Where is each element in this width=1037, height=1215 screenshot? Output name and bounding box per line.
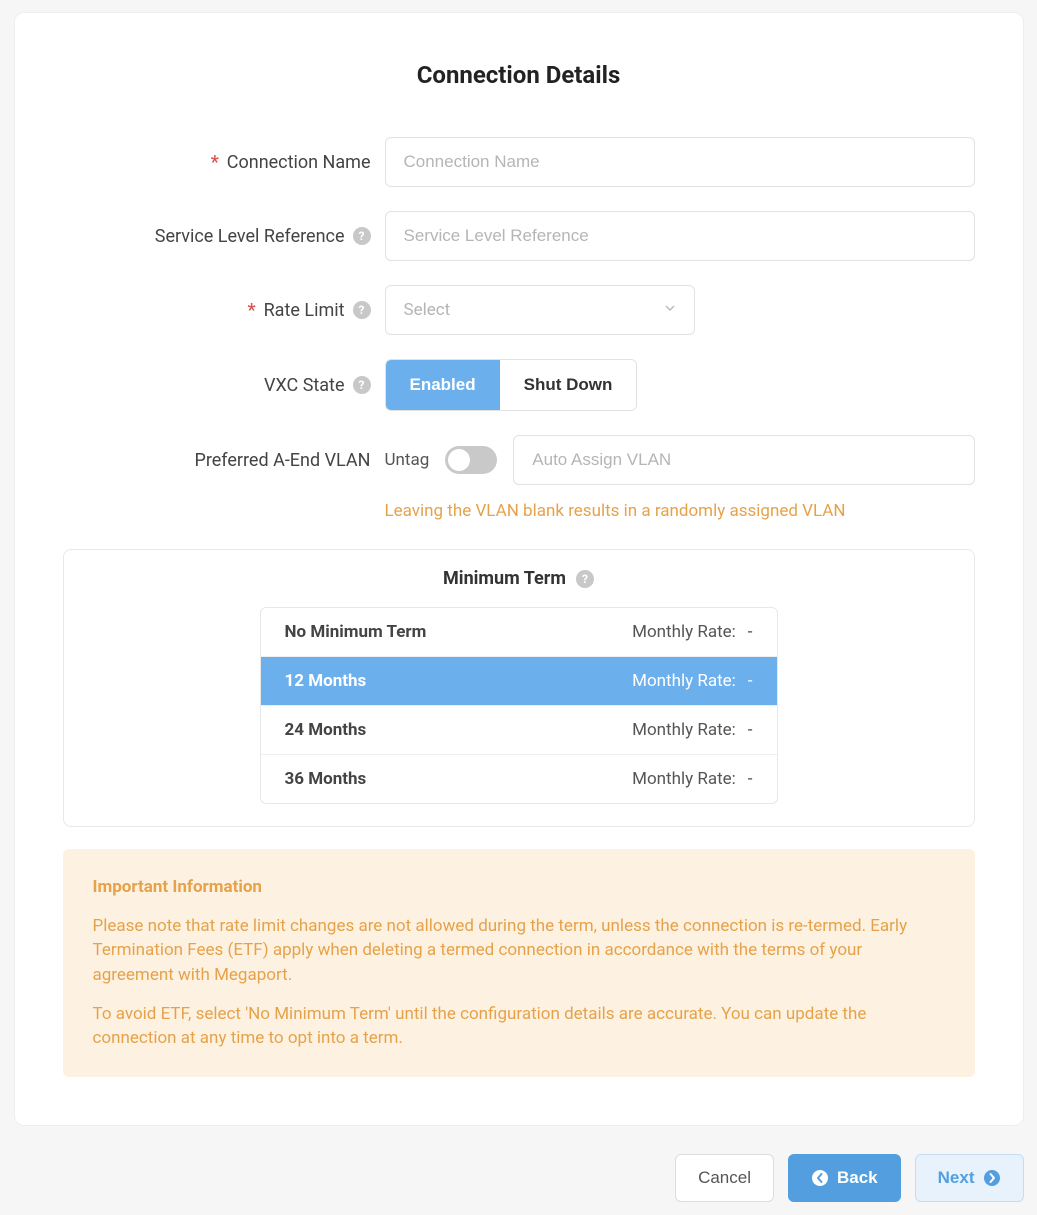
next-button[interactable]: Next <box>915 1154 1024 1202</box>
term-option-12-months[interactable]: 12 Months Monthly Rate: - <box>261 656 777 705</box>
help-icon[interactable]: ? <box>353 301 371 319</box>
label-text: Service Level Reference <box>155 226 345 247</box>
term-option-36-months[interactable]: 36 Months Monthly Rate: - <box>261 754 777 803</box>
label-text: Connection Name <box>227 152 371 173</box>
service-level-row: Service Level Reference ? <box>63 211 975 261</box>
help-icon[interactable]: ? <box>353 227 371 245</box>
vxc-enabled-button[interactable]: Enabled <box>386 360 500 410</box>
next-label: Next <box>938 1168 975 1188</box>
select-placeholder: Select <box>404 300 451 320</box>
rate-label: Monthly Rate: <box>632 769 736 789</box>
heading-text: Minimum Term <box>443 568 566 589</box>
rate-label: Monthly Rate: <box>632 671 736 691</box>
connection-name-label: * Connection Name <box>63 152 371 173</box>
important-info-box: Important Information Please note that r… <box>63 849 975 1077</box>
cancel-button[interactable]: Cancel <box>675 1154 774 1202</box>
rate-limit-select[interactable]: Select <box>385 285 695 335</box>
term-name: No Minimum Term <box>285 622 427 642</box>
connection-details-card: Connection Details * Connection Name Ser… <box>14 12 1024 1126</box>
label-text: Rate Limit <box>264 300 345 321</box>
term-name: 36 Months <box>285 769 367 789</box>
info-title: Important Information <box>93 875 945 900</box>
rate-label: Monthly Rate: <box>632 720 736 740</box>
vxc-shutdown-button[interactable]: Shut Down <box>500 360 637 410</box>
rate-limit-label: * Rate Limit ? <box>63 300 371 321</box>
required-marker: * <box>211 152 219 173</box>
service-level-label: Service Level Reference ? <box>63 226 371 247</box>
vxc-state-toggle: Enabled Shut Down <box>385 359 638 411</box>
vlan-hint: Leaving the VLAN blank results in a rand… <box>385 501 975 521</box>
minimum-term-heading: Minimum Term ? <box>78 568 960 589</box>
chevron-down-icon <box>664 302 676 318</box>
info-paragraph: To avoid ETF, select 'No Minimum Term' u… <box>93 1002 945 1051</box>
required-marker: * <box>248 300 256 321</box>
service-level-input[interactable] <box>385 211 975 261</box>
arrow-right-circle-icon <box>983 1169 1001 1187</box>
preferred-vlan-label: Preferred A-End VLAN <box>63 450 371 471</box>
rate-limit-row: * Rate Limit ? Select <box>63 285 975 335</box>
info-paragraph: Please note that rate limit changes are … <box>93 914 945 988</box>
back-button[interactable]: Back <box>788 1154 901 1202</box>
connection-name-input[interactable] <box>385 137 975 187</box>
vxc-state-label: VXC State ? <box>63 375 371 396</box>
back-label: Back <box>837 1168 878 1188</box>
page-title: Connection Details <box>63 61 975 89</box>
untag-label: Untag <box>385 450 430 470</box>
term-name: 12 Months <box>285 671 367 691</box>
term-option-24-months[interactable]: 24 Months Monthly Rate: - <box>261 705 777 754</box>
toggle-knob <box>448 449 470 471</box>
term-name: 24 Months <box>285 720 367 740</box>
connection-name-row: * Connection Name <box>63 137 975 187</box>
preferred-vlan-row: Preferred A-End VLAN Untag <box>63 435 975 485</box>
vlan-input[interactable] <box>513 435 974 485</box>
arrow-left-circle-icon <box>811 1169 829 1187</box>
term-option-no-minimum[interactable]: No Minimum Term Monthly Rate: - <box>261 608 777 656</box>
label-text: VXC State <box>264 375 345 396</box>
vxc-state-row: VXC State ? Enabled Shut Down <box>63 359 975 411</box>
label-text: Preferred A-End VLAN <box>194 450 370 471</box>
untag-toggle[interactable] <box>445 446 497 474</box>
rate-value: - <box>748 671 753 691</box>
rate-label: Monthly Rate: <box>632 622 736 642</box>
rate-value: - <box>748 769 753 789</box>
rate-value: - <box>748 720 753 740</box>
help-icon[interactable]: ? <box>353 376 371 394</box>
rate-value: - <box>748 622 753 642</box>
minimum-term-box: Minimum Term ? No Minimum Term Monthly R… <box>63 549 975 827</box>
footer: Cancel Back Next <box>14 1154 1024 1202</box>
help-icon[interactable]: ? <box>576 570 594 588</box>
minimum-term-table: No Minimum Term Monthly Rate: - 12 Month… <box>260 607 778 804</box>
